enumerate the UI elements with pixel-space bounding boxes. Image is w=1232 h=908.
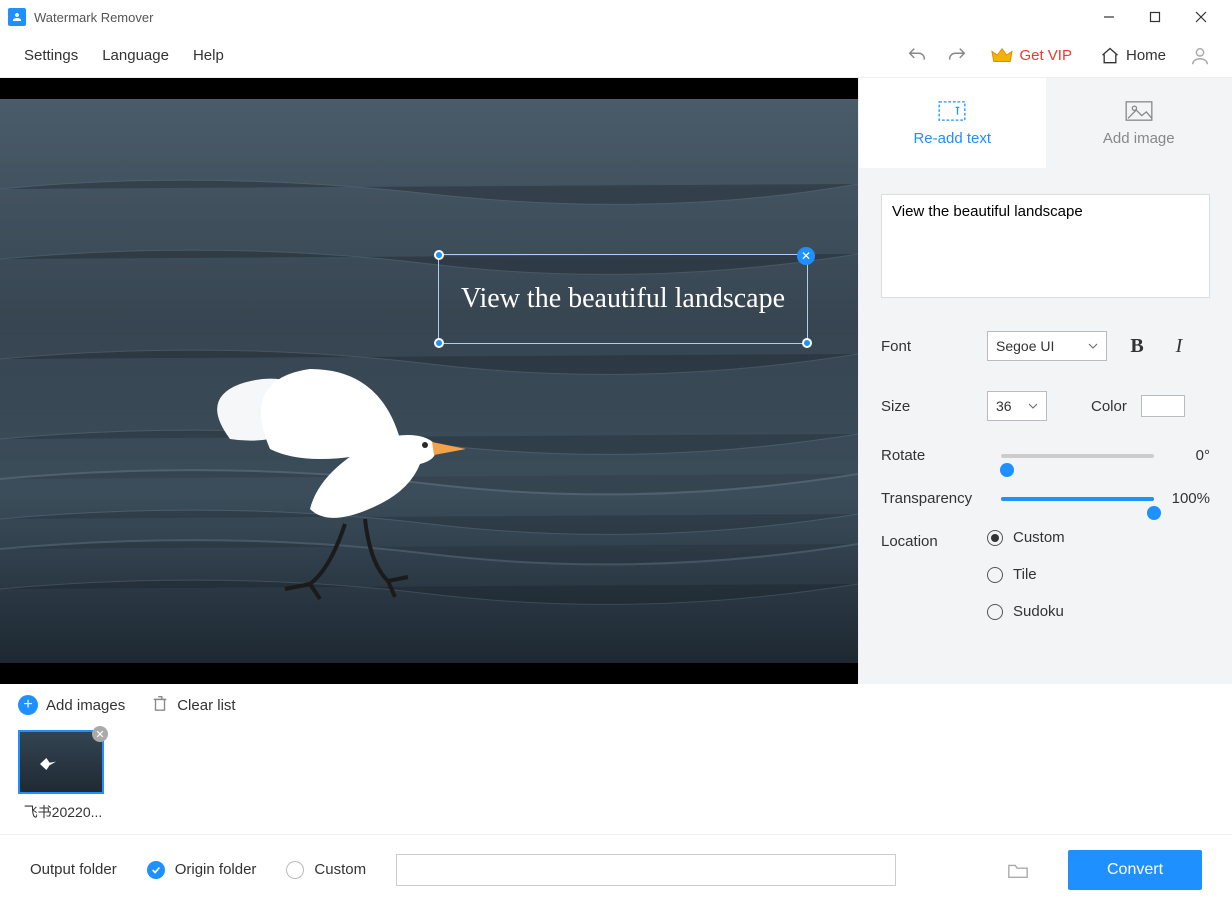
size-select[interactable]: 36	[987, 391, 1047, 421]
menu-language[interactable]: Language	[90, 41, 181, 70]
canvas-area[interactable]: ✕ View the beautiful landscape	[0, 78, 858, 684]
transparency-value: 100%	[1154, 490, 1210, 507]
text-icon: T	[937, 100, 967, 122]
thumbnail-item[interactable]: ✕ 飞书20220...	[18, 730, 108, 822]
undo-button[interactable]	[897, 36, 937, 76]
clear-list-button[interactable]: Clear list	[151, 694, 235, 716]
output-folder-label: Output folder	[30, 861, 117, 878]
menu-bar: Settings Language Help Get VIP Home	[0, 34, 1232, 78]
app-title: Watermark Remover	[34, 10, 153, 25]
svg-text:T: T	[947, 106, 954, 118]
image-icon	[1124, 100, 1154, 122]
rotate-value: 0°	[1154, 447, 1210, 464]
transparency-slider[interactable]	[1001, 497, 1154, 501]
resize-handle-tl[interactable]	[434, 250, 444, 260]
tab-readd-text[interactable]: T Re-add text	[859, 78, 1046, 168]
get-vip-button[interactable]: Get VIP	[977, 45, 1086, 67]
image-canvas[interactable]: ✕ View the beautiful landscape	[0, 99, 858, 663]
redo-button[interactable]	[937, 36, 977, 76]
browse-folder-button[interactable]	[998, 854, 1038, 886]
title-bar: Watermark Remover	[0, 0, 1232, 34]
add-images-button[interactable]: + Add images	[18, 695, 125, 715]
color-label: Color	[1091, 398, 1141, 415]
color-picker[interactable]	[1141, 395, 1185, 417]
overlay-close-button[interactable]: ✕	[797, 247, 815, 265]
home-icon	[1100, 46, 1120, 66]
tab-add-image[interactable]: Add image	[1046, 78, 1232, 168]
chevron-down-icon	[1088, 338, 1098, 354]
trash-icon	[151, 694, 169, 716]
overlay-text: View the beautiful landscape	[461, 283, 785, 315]
rotate-label: Rotate	[881, 447, 1001, 464]
font-select[interactable]: Segoe UI	[987, 331, 1107, 361]
thumbnail-remove-button[interactable]: ✕	[92, 726, 108, 742]
check-icon	[147, 861, 165, 879]
resize-handle-br[interactable]	[802, 338, 812, 348]
convert-button[interactable]: Convert	[1068, 850, 1202, 890]
maximize-button[interactable]	[1132, 2, 1178, 32]
location-label: Location	[881, 529, 987, 620]
transparency-label: Transparency	[881, 490, 1001, 507]
watermark-text-input[interactable]	[881, 194, 1210, 298]
location-tile-radio[interactable]: Tile	[987, 566, 1065, 583]
home-label: Home	[1126, 47, 1166, 64]
plus-icon: +	[18, 695, 38, 715]
menu-help[interactable]: Help	[181, 41, 236, 70]
bird-image	[170, 329, 470, 629]
home-button[interactable]: Home	[1086, 46, 1180, 66]
thumbnail-strip: + Add images Clear list ✕ 飞书20220...	[0, 684, 1232, 834]
output-path-input[interactable]	[396, 854, 896, 886]
right-panel: T Re-add text Add image Font Segoe UI B …	[858, 78, 1232, 684]
origin-folder-radio[interactable]: Origin folder	[147, 861, 257, 879]
text-overlay-box[interactable]: ✕ View the beautiful landscape	[438, 254, 808, 344]
custom-folder-radio[interactable]: Custom	[286, 861, 366, 879]
user-button[interactable]	[1180, 45, 1220, 67]
user-icon	[1189, 45, 1211, 67]
location-custom-radio[interactable]: Custom	[987, 529, 1065, 546]
menu-settings[interactable]: Settings	[12, 41, 90, 70]
thumbnail-name: 飞书20220...	[18, 802, 108, 822]
minimize-button[interactable]	[1086, 2, 1132, 32]
radio-icon	[286, 861, 304, 879]
bold-button[interactable]: B	[1125, 335, 1149, 358]
app-logo-icon	[8, 8, 26, 26]
resize-handle-bl[interactable]	[434, 338, 444, 348]
close-button[interactable]	[1178, 2, 1224, 32]
crown-icon	[991, 45, 1013, 67]
get-vip-label: Get VIP	[1019, 47, 1072, 64]
font-label: Font	[881, 338, 987, 355]
rotate-slider[interactable]	[1001, 454, 1154, 458]
size-label: Size	[881, 398, 987, 415]
chevron-down-icon	[1028, 398, 1038, 414]
thumbnail-image[interactable]: ✕	[18, 730, 104, 794]
folder-icon	[1007, 860, 1029, 880]
bottom-bar: Output folder Origin folder Custom Conve…	[0, 834, 1232, 904]
location-sudoku-radio[interactable]: Sudoku	[987, 603, 1065, 620]
italic-button[interactable]: I	[1167, 335, 1191, 358]
